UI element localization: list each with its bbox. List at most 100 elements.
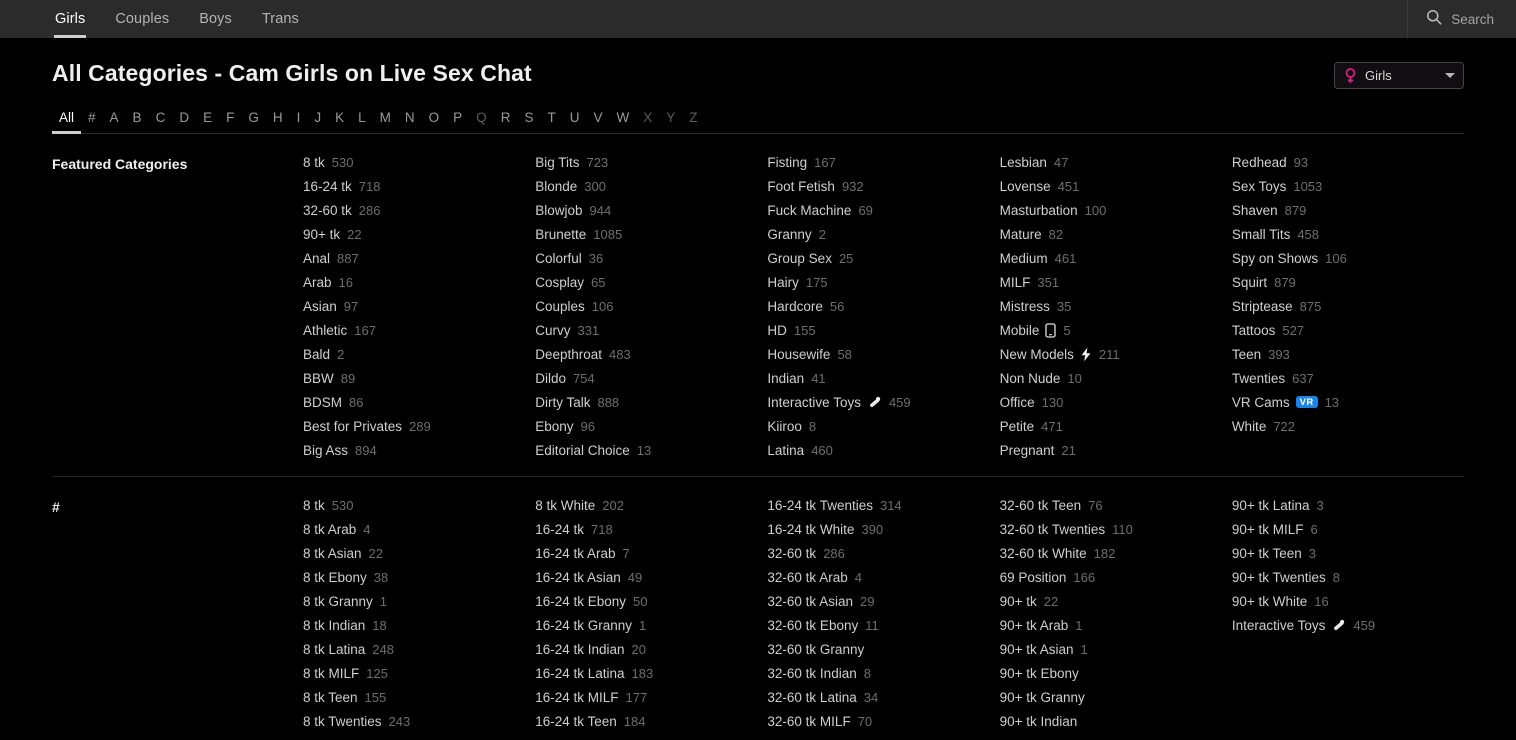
category-link[interactable]: 32-60 tk Teen 76: [1000, 493, 1226, 517]
category-link[interactable]: 32-60 tk Granny: [767, 637, 993, 661]
category-link[interactable]: White 722: [1232, 414, 1458, 438]
category-link[interactable]: Mature 82: [1000, 222, 1226, 246]
category-link[interactable]: 32-60 tk 286: [767, 541, 993, 565]
category-link[interactable]: Anal 887: [303, 246, 529, 270]
alpha-filter-d[interactable]: D: [172, 110, 196, 133]
alpha-filter-l[interactable]: L: [351, 110, 373, 133]
category-link[interactable]: 32-60 tk 286: [303, 198, 529, 222]
category-link[interactable]: Squirt 879: [1232, 270, 1458, 294]
category-link[interactable]: BBW 89: [303, 366, 529, 390]
category-link[interactable]: 32-60 tk Ebony 11: [767, 613, 993, 637]
alpha-filter-b[interactable]: B: [126, 110, 149, 133]
alpha-filter-f[interactable]: F: [219, 110, 241, 133]
category-link[interactable]: New Models 211: [1000, 342, 1226, 366]
alpha-filter-s[interactable]: S: [517, 110, 540, 133]
category-link[interactable]: 8 tk Arab 4: [303, 517, 529, 541]
category-link[interactable]: Group Sex 25: [767, 246, 993, 270]
category-link[interactable]: 8 tk Twenties 243: [303, 709, 529, 733]
category-link[interactable]: 8 tk 530: [303, 493, 529, 517]
alpha-filter-all[interactable]: All: [52, 110, 82, 134]
category-link[interactable]: 32-60 tk Indian 8: [767, 661, 993, 685]
category-link[interactable]: Sex Toys 1053: [1232, 174, 1458, 198]
category-link[interactable]: 8 tk Indian 18: [303, 613, 529, 637]
category-link[interactable]: 90+ tk Ebony: [1000, 661, 1226, 685]
category-link[interactable]: 8 tk Ebony 38: [303, 565, 529, 589]
category-link[interactable]: 90+ tk 22: [1000, 589, 1226, 613]
category-link[interactable]: Medium 461: [1000, 246, 1226, 270]
category-link[interactable]: 90+ tk Arab 1: [1000, 613, 1226, 637]
category-link[interactable]: 90+ tk Teen 3: [1232, 541, 1458, 565]
category-link[interactable]: Fisting 167: [767, 150, 993, 174]
alpha-filter-w[interactable]: W: [609, 110, 636, 133]
category-link[interactable]: Interactive Toys 459: [767, 390, 993, 414]
category-link[interactable]: 16-24 tk Ebony 50: [535, 589, 761, 613]
category-link[interactable]: Lesbian 47: [1000, 150, 1226, 174]
category-link[interactable]: 16-24 tk Asian 49: [535, 565, 761, 589]
category-link[interactable]: Hardcore 56: [767, 294, 993, 318]
category-link[interactable]: 90+ tk 22: [303, 222, 529, 246]
category-link[interactable]: Curvy 331: [535, 318, 761, 342]
category-link[interactable]: Housewife 58: [767, 342, 993, 366]
category-link[interactable]: Dirty Talk 888: [535, 390, 761, 414]
category-link[interactable]: 69 Position 166: [1000, 565, 1226, 589]
category-link[interactable]: 8 tk Granny 1: [303, 589, 529, 613]
category-link[interactable]: Big Ass 894: [303, 438, 529, 462]
category-link[interactable]: 16-24 tk Granny 1: [535, 613, 761, 637]
category-link[interactable]: Striptease 875: [1232, 294, 1458, 318]
category-link[interactable]: 90+ tk Indian: [1000, 709, 1226, 733]
nav-tab-girls[interactable]: Girls: [40, 0, 100, 38]
category-link[interactable]: Petite 471: [1000, 414, 1226, 438]
category-link[interactable]: Dildo 754: [535, 366, 761, 390]
category-link[interactable]: Shaven 879: [1232, 198, 1458, 222]
category-link[interactable]: Masturbation 100: [1000, 198, 1226, 222]
category-link[interactable]: 16-24 tk MILF 177: [535, 685, 761, 709]
alpha-filter-z[interactable]: Z: [682, 110, 704, 133]
category-link[interactable]: 16-24 tk White 390: [767, 517, 993, 541]
category-link[interactable]: 16-24 tk Indian 20: [535, 637, 761, 661]
category-link[interactable]: 32-60 tk Arab 4: [767, 565, 993, 589]
category-link[interactable]: 8 tk Teen 155: [303, 685, 529, 709]
category-link[interactable]: Tattoos 527: [1232, 318, 1458, 342]
category-link[interactable]: Office 130: [1000, 390, 1226, 414]
category-link[interactable]: Brunette 1085: [535, 222, 761, 246]
category-link[interactable]: Granny 2: [767, 222, 993, 246]
category-link[interactable]: 8 tk MILF 125: [303, 661, 529, 685]
alpha-filter-x[interactable]: X: [636, 110, 659, 133]
category-link[interactable]: Lovense 451: [1000, 174, 1226, 198]
alpha-filter-u[interactable]: U: [563, 110, 587, 133]
category-link[interactable]: 90+ tk MILF 6: [1232, 517, 1458, 541]
category-link[interactable]: Latina 460: [767, 438, 993, 462]
category-link[interactable]: Non Nude 10: [1000, 366, 1226, 390]
category-link[interactable]: Asian 97: [303, 294, 529, 318]
category-link[interactable]: 16-24 tk 718: [303, 174, 529, 198]
alpha-filter-t[interactable]: T: [540, 110, 562, 133]
alpha-filter-k[interactable]: K: [328, 110, 351, 133]
category-link[interactable]: 90+ tk Latina 3: [1232, 493, 1458, 517]
category-link[interactable]: Arab 16: [303, 270, 529, 294]
category-link[interactable]: Blowjob 944: [535, 198, 761, 222]
alpha-filter-e[interactable]: E: [196, 110, 219, 133]
category-link[interactable]: Couples 106: [535, 294, 761, 318]
category-link[interactable]: Athletic 167: [303, 318, 529, 342]
category-link[interactable]: 90+ tk Twenties 8: [1232, 565, 1458, 589]
nav-tab-boys[interactable]: Boys: [184, 0, 247, 38]
category-link[interactable]: Interactive Toys 459: [1232, 613, 1458, 637]
category-link[interactable]: 8 tk White 202: [535, 493, 761, 517]
category-link[interactable]: 16-24 tk Teen 184: [535, 709, 761, 733]
category-link[interactable]: 32-60 tk Latina 34: [767, 685, 993, 709]
category-link[interactable]: 32-60 tk Twenties 110: [1000, 517, 1226, 541]
category-link[interactable]: HD 155: [767, 318, 993, 342]
category-link[interactable]: 16-24 tk Twenties 314: [767, 493, 993, 517]
category-link[interactable]: 32-60 tk Asian 29: [767, 589, 993, 613]
category-link[interactable]: BDSM 86: [303, 390, 529, 414]
search-button[interactable]: Search: [1426, 9, 1494, 30]
category-link[interactable]: Mobile 5: [1000, 318, 1226, 342]
category-link[interactable]: Best for Privates 289: [303, 414, 529, 438]
alpha-filter-hash[interactable]: #: [81, 110, 103, 133]
category-link[interactable]: Bald 2: [303, 342, 529, 366]
alpha-filter-a[interactable]: A: [103, 110, 126, 133]
alpha-filter-i[interactable]: I: [290, 110, 308, 133]
alpha-filter-m[interactable]: M: [373, 110, 398, 133]
category-link[interactable]: Teen 393: [1232, 342, 1458, 366]
category-link[interactable]: MILF 351: [1000, 270, 1226, 294]
